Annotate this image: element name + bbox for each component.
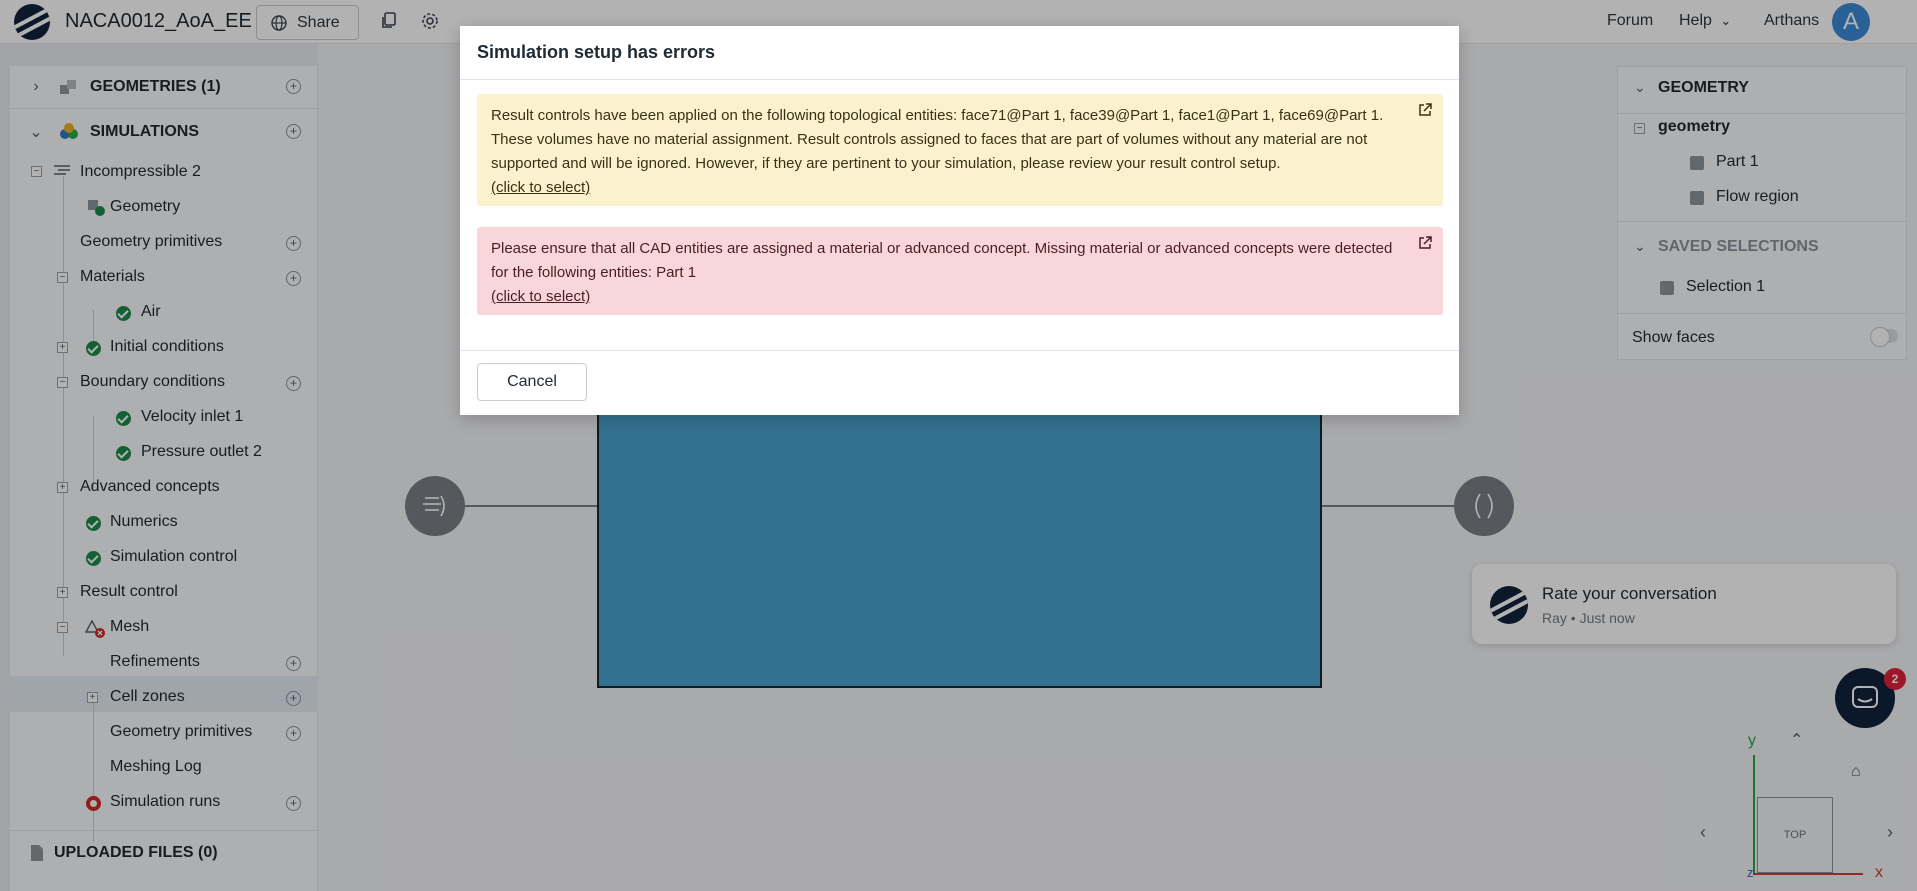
dialog-title: Simulation setup has errors (477, 42, 716, 62)
external-link-icon[interactable] (1417, 102, 1433, 118)
simulation-errors-dialog: Simulation setup has errors Result contr… (460, 26, 1459, 415)
external-link-icon[interactable] (1417, 235, 1433, 251)
error-message: Please ensure that all CAD entities are … (491, 240, 1393, 281)
warning-click-to-select-link[interactable]: (click to select) (491, 176, 1409, 200)
error-click-to-select-link[interactable]: (click to select) (491, 285, 1409, 309)
cancel-button[interactable]: Cancel (477, 363, 587, 401)
missing-material-error: Please ensure that all CAD entities are … (477, 227, 1443, 315)
dialog-header-divider (460, 79, 1459, 80)
warning-message: Result controls have been applied on the… (491, 107, 1384, 172)
dialog-footer-divider (460, 350, 1459, 351)
result-control-warning: Result controls have been applied on the… (477, 94, 1443, 206)
